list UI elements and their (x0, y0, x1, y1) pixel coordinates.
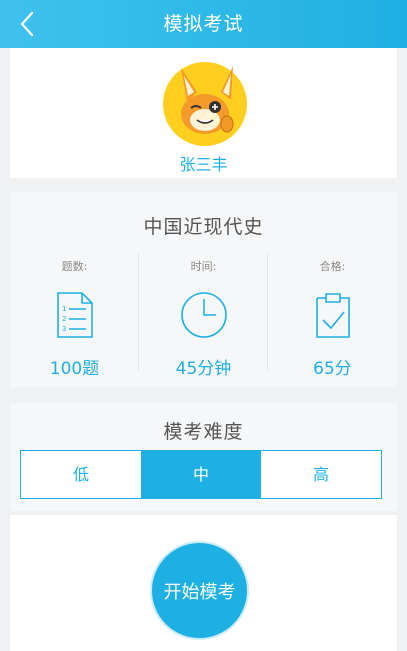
document-list-icon: 1 2 3 (56, 292, 93, 338)
clock-icon (180, 292, 227, 338)
stat-label: 时间: (190, 260, 217, 273)
stat-label: 题数: (61, 260, 88, 273)
difficulty-selector: 低 中 高 (20, 450, 382, 499)
stat-label: 合格: (319, 260, 346, 273)
stat-question-count: 题数: 1 2 3 100题 (10, 254, 139, 379)
svg-text:1: 1 (62, 305, 66, 313)
stat-value: 65分 (313, 359, 352, 379)
user-panel: 张三丰 (10, 48, 397, 178)
avatar[interactable] (163, 62, 247, 146)
exam-subject: 中国近现代史 (143, 216, 264, 238)
difficulty-title: 模考难度 (163, 421, 244, 443)
stat-pass-score: 合格: 65分 (268, 254, 397, 379)
clipboard-check-icon (315, 293, 350, 338)
difficulty-panel: 模考难度 低 中 高 (10, 403, 397, 511)
stat-value: 100题 (49, 359, 100, 379)
svg-text:3: 3 (62, 325, 66, 333)
svg-text:2: 2 (62, 315, 66, 323)
header-bar: 模拟考试 (0, 0, 407, 48)
start-exam-button[interactable]: 开始模考 (150, 541, 249, 640)
difficulty-high-option[interactable]: 高 (261, 451, 381, 498)
difficulty-low-option[interactable]: 低 (21, 451, 141, 498)
username: 张三丰 (179, 155, 228, 174)
difficulty-medium-option[interactable]: 中 (141, 451, 261, 498)
stat-time: 时间: 45分钟 (139, 254, 268, 379)
page-title: 模拟考试 (163, 13, 244, 35)
exam-panel: 中国近现代史 题数: 1 2 3 100题 时间: 45分钟 合格: 65分 (10, 192, 397, 387)
action-panel: 开始模考 (10, 515, 397, 651)
stat-value: 45分钟 (175, 359, 232, 379)
